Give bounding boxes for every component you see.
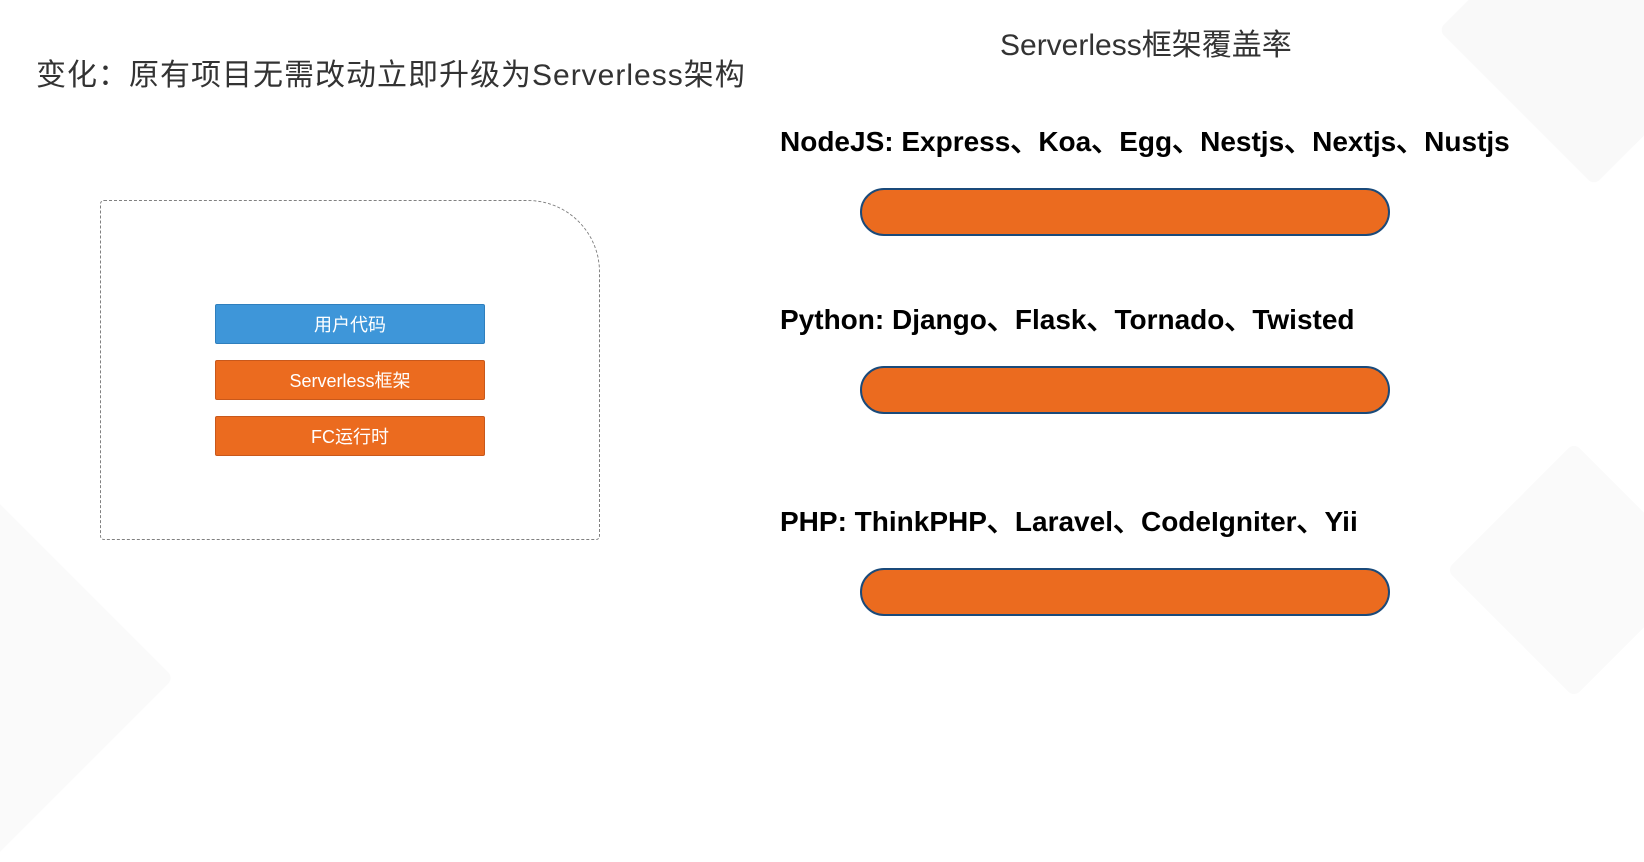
framework-group-php: PHP: ThinkPHP、Laravel、CodeIgniter、Yii (780, 500, 1390, 616)
background-decoration (0, 494, 174, 862)
framework-label-php: PHP: ThinkPHP、Laravel、CodeIgniter、Yii (780, 500, 1390, 540)
coverage-bar-php (860, 568, 1390, 616)
coverage-bar-nodejs (860, 188, 1390, 236)
layer-user-code: 用户代码 (215, 304, 485, 344)
layer-serverless-framework: Serverless框架 (215, 360, 485, 400)
right-heading: Serverless框架覆盖率 (1000, 20, 1292, 64)
framework-label-nodejs: NodeJS: Express、Koa、Egg、Nestjs、Nextjs、Nu… (780, 120, 1510, 160)
framework-group-python: Python: Django、Flask、Tornado、Twisted (780, 298, 1390, 414)
left-heading: 变化：原有项目无需改动立即升级为Serverless架构 (36, 50, 746, 94)
architecture-box: 用户代码 Serverless框架 FC运行时 (100, 200, 600, 540)
framework-group-nodejs: NodeJS: Express、Koa、Egg、Nestjs、Nextjs、Nu… (780, 120, 1510, 236)
framework-label-python: Python: Django、Flask、Tornado、Twisted (780, 298, 1390, 338)
coverage-bar-python (860, 366, 1390, 414)
layer-fc-runtime: FC运行时 (215, 416, 485, 456)
background-decoration (1447, 443, 1644, 698)
